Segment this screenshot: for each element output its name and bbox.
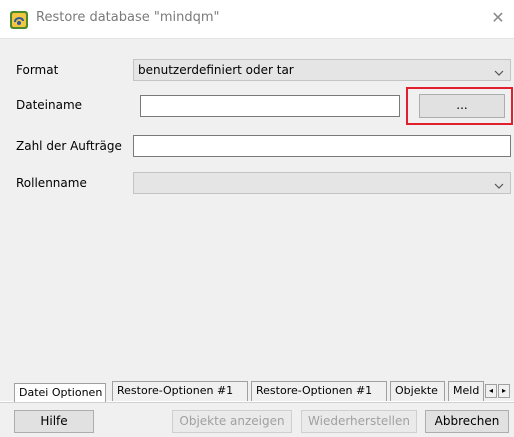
filename-label: Dateiname — [16, 98, 83, 112]
cancel-button[interactable]: Abbrechen — [425, 410, 509, 433]
jobs-label: Zahl der Aufträge — [16, 139, 122, 153]
format-select[interactable]: benutzerdefiniert oder tar — [133, 59, 511, 81]
show-objects-button[interactable]: Objekte anzeigen — [172, 410, 292, 433]
format-select-value: benutzerdefiniert oder tar — [138, 63, 294, 77]
jobs-input[interactable] — [133, 135, 511, 157]
dialog-content: Format benutzerdefiniert oder tar Datein… — [0, 38, 514, 381]
chevron-down-icon — [494, 66, 504, 76]
restore-button[interactable]: Wiederherstellen — [301, 410, 417, 433]
restore-dialog: Restore database "mindqm" ✕ Format benut… — [0, 0, 514, 437]
tab-objects[interactable]: Objekte — [390, 381, 445, 401]
role-select[interactable] — [133, 172, 511, 194]
filename-input[interactable] — [140, 95, 400, 117]
help-button[interactable]: Hilfe — [14, 410, 94, 433]
browse-button[interactable]: ... — [419, 94, 505, 118]
window-title: Restore database "mindqm" — [36, 10, 220, 25]
chevron-down-icon — [494, 179, 504, 189]
arrow-right-icon[interactable]: ▸ — [498, 384, 510, 398]
role-label: Rollenname — [16, 176, 87, 190]
format-label: Format — [16, 63, 59, 77]
tab-file-options[interactable]: Datei Optionen — [14, 383, 106, 403]
tab-restore-options-2[interactable]: Restore-Optionen #1 — [251, 381, 387, 401]
tab-strip: Datei Optionen Restore-Optionen #1 Resto… — [0, 381, 514, 403]
app-icon — [9, 10, 29, 30]
tab-restore-options-1[interactable]: Restore-Optionen #1 — [112, 381, 248, 401]
close-icon[interactable]: ✕ — [488, 8, 508, 28]
arrow-left-icon[interactable]: ◂ — [485, 384, 497, 398]
tab-messages[interactable]: Meld — [448, 381, 484, 401]
title-bar: Restore database "mindqm" ✕ — [0, 0, 514, 36]
button-bar: Hilfe Objekte anzeigen Wiederherstellen … — [0, 402, 514, 437]
